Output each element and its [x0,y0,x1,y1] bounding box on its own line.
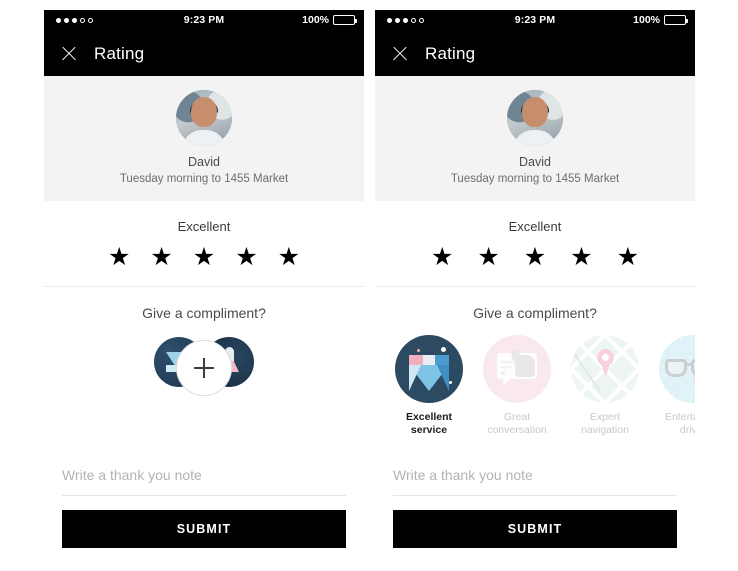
compliment-title: Give a compliment? [142,305,266,321]
battery-indicator: 100% [302,14,357,26]
compliment-card-expert-navigation[interactable]: Expert navigation [571,335,639,437]
compliment-add-row [44,337,364,399]
page-title: Rating [94,44,145,63]
compliment-label-line1: Entertaining [664,411,695,423]
star-icon-1[interactable]: ★ [431,245,453,270]
submit-button[interactable]: SUBMIT [393,510,677,548]
screenshot-canvas: 9:23 PM 100% Rating David Tuesday mornin… [0,0,738,571]
compliment-card-excellent-service[interactable]: Excellent service [395,335,463,437]
page-title: Rating [425,44,476,63]
star-icon-3[interactable]: ★ [524,245,546,270]
battery-icon [664,15,688,25]
compliment-label-line1: Excellent [405,411,453,423]
thumbs-up-icon [483,335,551,403]
compliment-card-great-conversation[interactable]: Great conversation [483,335,551,437]
nav-bar: Rating [375,32,695,76]
driver-name: David [519,155,551,169]
phone-screen-left: 9:23 PM 100% Rating David Tuesday mornin… [44,10,364,560]
star-icon-5[interactable]: ★ [617,245,639,270]
compliment-card-label: Great conversation [483,411,551,437]
compliment-section: Give a compliment? [44,287,364,399]
star-icon-2[interactable]: ★ [477,245,499,270]
compliment-card-label: Excellent service [395,411,463,437]
compliment-label-line2: service [410,424,448,436]
compliment-label-line2: conversation [487,424,547,436]
bottom-actions: Write a thank you note SUBMIT [375,457,695,560]
star-icon-4[interactable]: ★ [235,245,257,270]
rating-section: Excellent ★ ★ ★ ★ ★ [44,201,364,287]
rating-section: Excellent ★ ★ ★ ★ ★ [375,201,695,287]
nav-bar: Rating [44,32,364,76]
trip-description: Tuesday morning to 1455 Market [119,173,289,185]
rating-label: Excellent [508,219,562,234]
avatar [176,90,232,146]
compliment-card-label: Expert navigation [571,411,639,437]
close-icon[interactable] [391,45,409,63]
compliment-label-line1: Great [503,411,531,423]
close-icon[interactable] [60,45,78,63]
driver-name: David [188,155,220,169]
star-rating[interactable]: ★ ★ ★ ★ ★ [44,245,364,270]
battery-percent-label: 100% [302,14,329,26]
compliment-title: Give a compliment? [473,305,597,321]
driver-profile-card: David Tuesday morning to 1455 Market [44,76,364,201]
phone-screen-right: 9:23 PM 100% Rating David Tuesday mornin… [375,10,695,560]
compliment-label-line2: navigation [581,424,629,436]
trip-description: Tuesday morning to 1455 Market [450,173,620,185]
map-pin-icon [571,335,639,403]
status-bar: 9:23 PM 100% [44,10,364,32]
compliment-card-entertaining-driver[interactable]: Entertaining driver [659,335,695,437]
plus-icon[interactable] [176,340,232,396]
star-icon-1[interactable]: ★ [108,245,130,270]
submit-button[interactable]: SUBMIT [62,510,346,548]
compliment-label-line2: driver [679,424,695,436]
star-icon-4[interactable]: ★ [570,245,592,270]
compliment-section: Give a compliment? Excellent service Gre… [375,287,695,437]
compliment-card-label: Entertaining driver [659,411,695,437]
bottom-actions: Write a thank you note SUBMIT [44,457,364,560]
avatar [507,90,563,146]
battery-percent-label: 100% [633,14,660,26]
star-icon-3[interactable]: ★ [193,245,215,270]
compliment-label-line1: Expert [589,411,621,423]
star-icon-2[interactable]: ★ [150,245,172,270]
driver-profile-card: David Tuesday morning to 1455 Market [375,76,695,201]
glasses-icon [659,335,695,403]
star-icon-5[interactable]: ★ [278,245,300,270]
thank-you-note-input[interactable]: Write a thank you note [393,457,677,496]
status-bar: 9:23 PM 100% [375,10,695,32]
thank-you-note-input[interactable]: Write a thank you note [62,457,346,496]
star-rating[interactable]: ★ ★ ★ ★ ★ [375,245,695,270]
battery-indicator: 100% [633,14,688,26]
battery-icon [333,15,357,25]
rating-label: Excellent [177,219,231,234]
diamond-icon [395,335,463,403]
compliment-card-list: Excellent service Great conversation Exp… [375,335,695,437]
